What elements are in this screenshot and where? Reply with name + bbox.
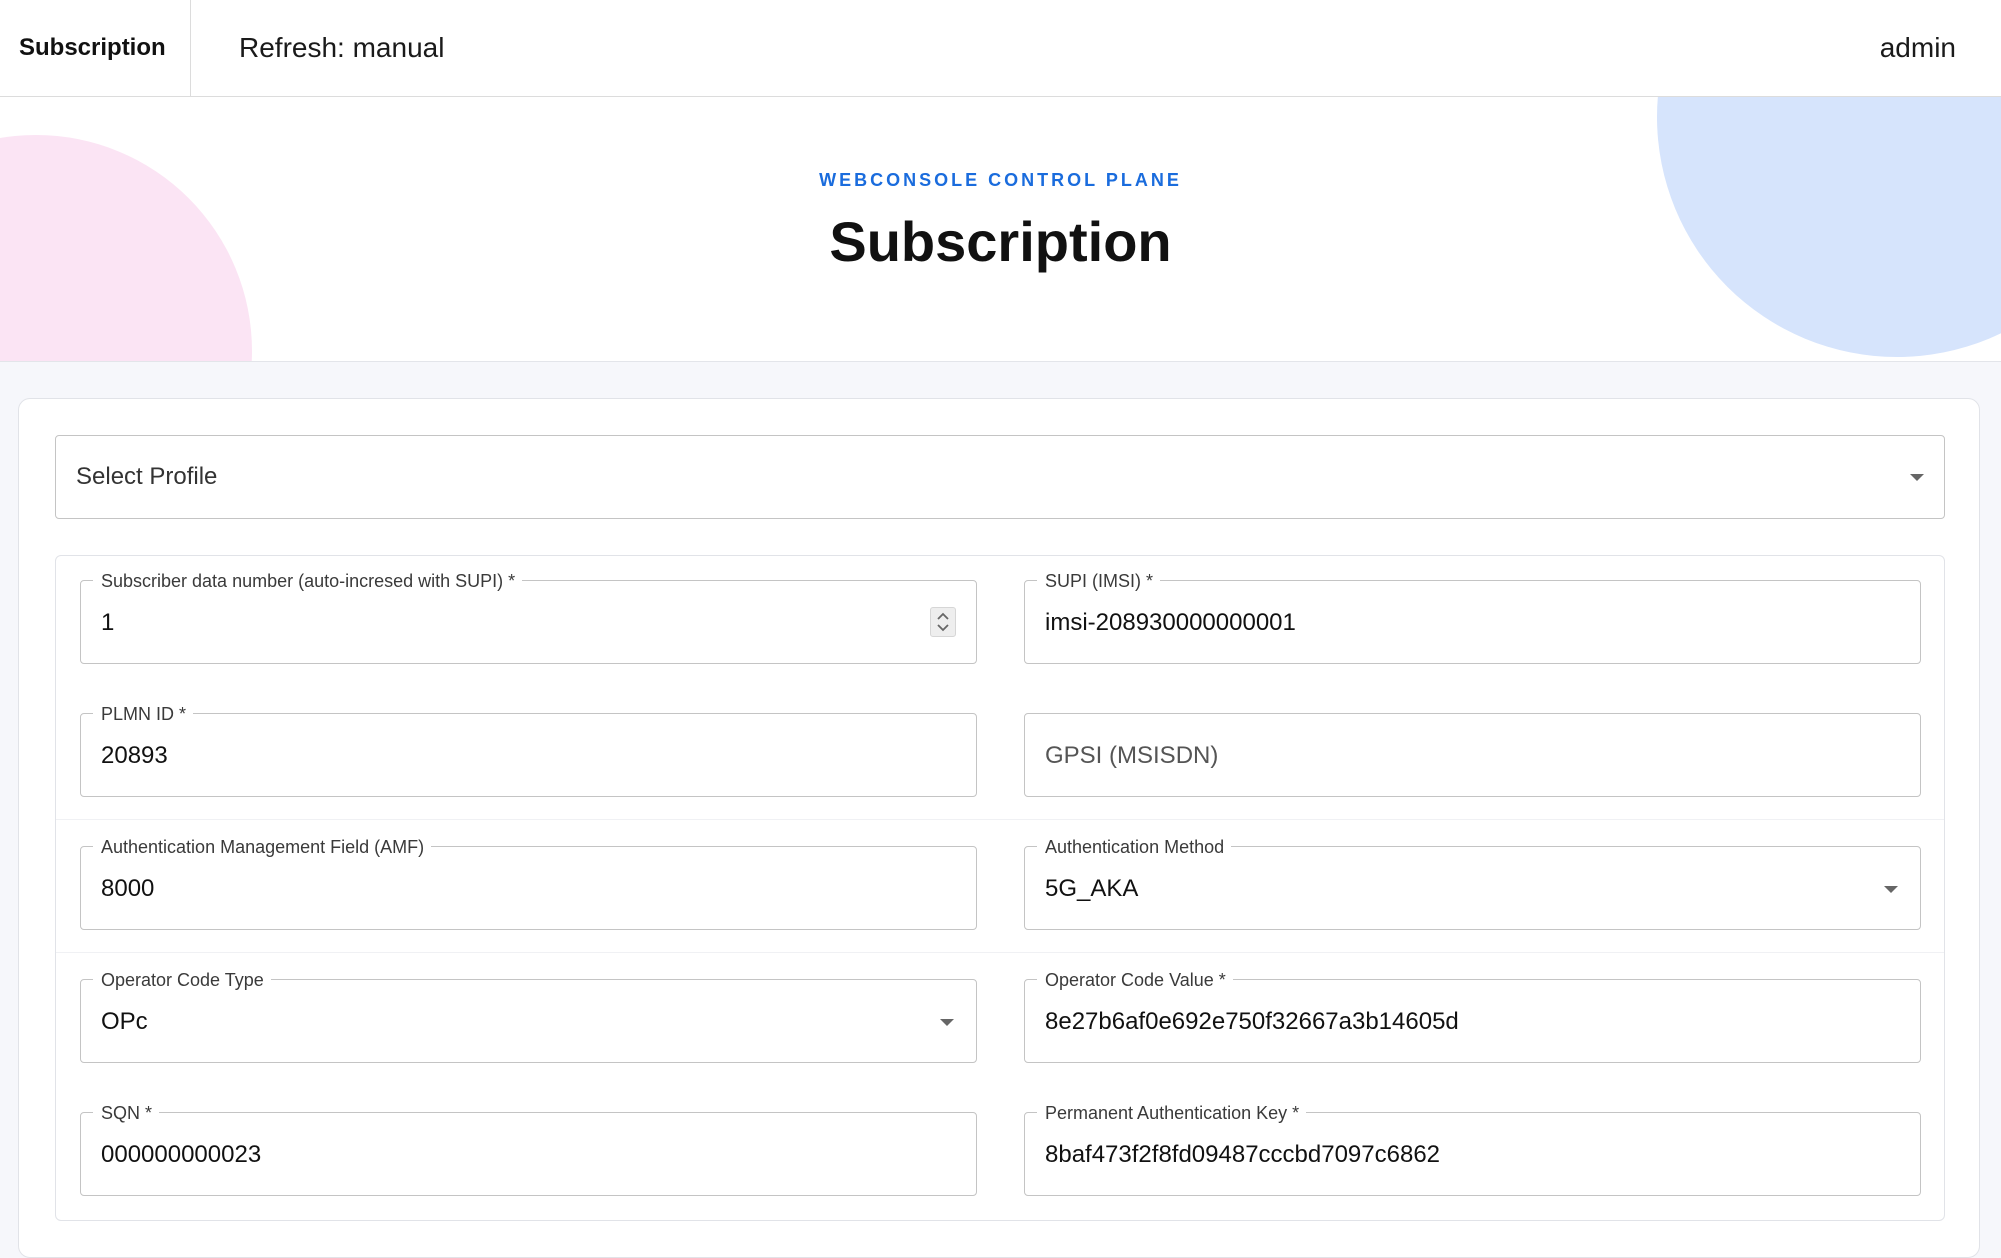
- operator-code-value-field[interactable]: Operator Code Value * 8e27b6af0e692e750f…: [1024, 969, 1921, 1063]
- supi-value: imsi-208930000000001: [1045, 609, 1296, 636]
- chevron-down-icon: [940, 1019, 954, 1026]
- operator-code-type-select[interactable]: Operator Code Type OPc: [80, 969, 977, 1063]
- operator-code-value-value: 8e27b6af0e692e750f32667a3b14605d: [1045, 1008, 1459, 1035]
- top-app-bar: Subscription Refresh: manual admin: [0, 0, 2001, 97]
- chevron-down-icon: [1884, 886, 1898, 893]
- row-divider: [56, 819, 1944, 820]
- authentication-method-value: 5G_AKA: [1045, 875, 1139, 902]
- authentication-method-select[interactable]: Authentication Method 5G_AKA: [1024, 836, 1921, 930]
- permanent-key-field[interactable]: Permanent Authentication Key * 8baf473f2…: [1024, 1102, 1921, 1196]
- supi-field[interactable]: SUPI (IMSI) * imsi-208930000000001: [1024, 570, 1921, 664]
- subscriber-number-field[interactable]: Subscriber data number (auto-incresed wi…: [80, 570, 977, 664]
- subscriber-fields-panel: Subscriber data number (auto-incresed wi…: [55, 555, 1945, 1221]
- number-stepper-icon[interactable]: [930, 607, 956, 637]
- gpsi-field[interactable]: GPSI (MSISDN): [1024, 713, 1921, 797]
- refresh-mode-label[interactable]: Refresh: manual: [239, 32, 444, 64]
- amf-field[interactable]: Authentication Management Field (AMF) 80…: [80, 836, 977, 930]
- sqn-value: 000000000023: [101, 1141, 262, 1168]
- gpsi-placeholder: GPSI (MSISDN): [1045, 742, 1219, 769]
- sqn-field[interactable]: SQN * 000000000023: [80, 1102, 977, 1196]
- page-header: WEBCONSOLE CONTROL PLANE Subscription: [0, 97, 2001, 362]
- subscriber-number-value: 1: [101, 609, 115, 636]
- plmn-id-field[interactable]: PLMN ID * 20893: [80, 703, 977, 797]
- chevron-down-icon: [1910, 474, 1924, 481]
- page-eyebrow: WEBCONSOLE CONTROL PLANE: [819, 170, 1182, 190]
- operator-code-type-value: OPc: [101, 1008, 148, 1035]
- amf-value: 8000: [101, 875, 155, 902]
- subscriber-number-label: Subscriber data number (auto-incresed wi…: [93, 570, 523, 592]
- select-profile-placeholder: Select Profile: [76, 463, 218, 490]
- plmn-id-value: 20893: [101, 742, 168, 769]
- row-divider: [56, 952, 1944, 953]
- subscription-form-card: Select Profile Subscriber data number (a…: [18, 398, 1980, 1258]
- app-brand-title[interactable]: Subscription: [0, 0, 191, 97]
- permanent-key-value: 8baf473f2f8fd09487cccbd7097c6862: [1045, 1141, 1441, 1168]
- select-profile-dropdown[interactable]: Select Profile: [55, 435, 1945, 519]
- user-menu[interactable]: admin: [1880, 32, 1956, 64]
- page-title: Subscription: [829, 210, 1172, 273]
